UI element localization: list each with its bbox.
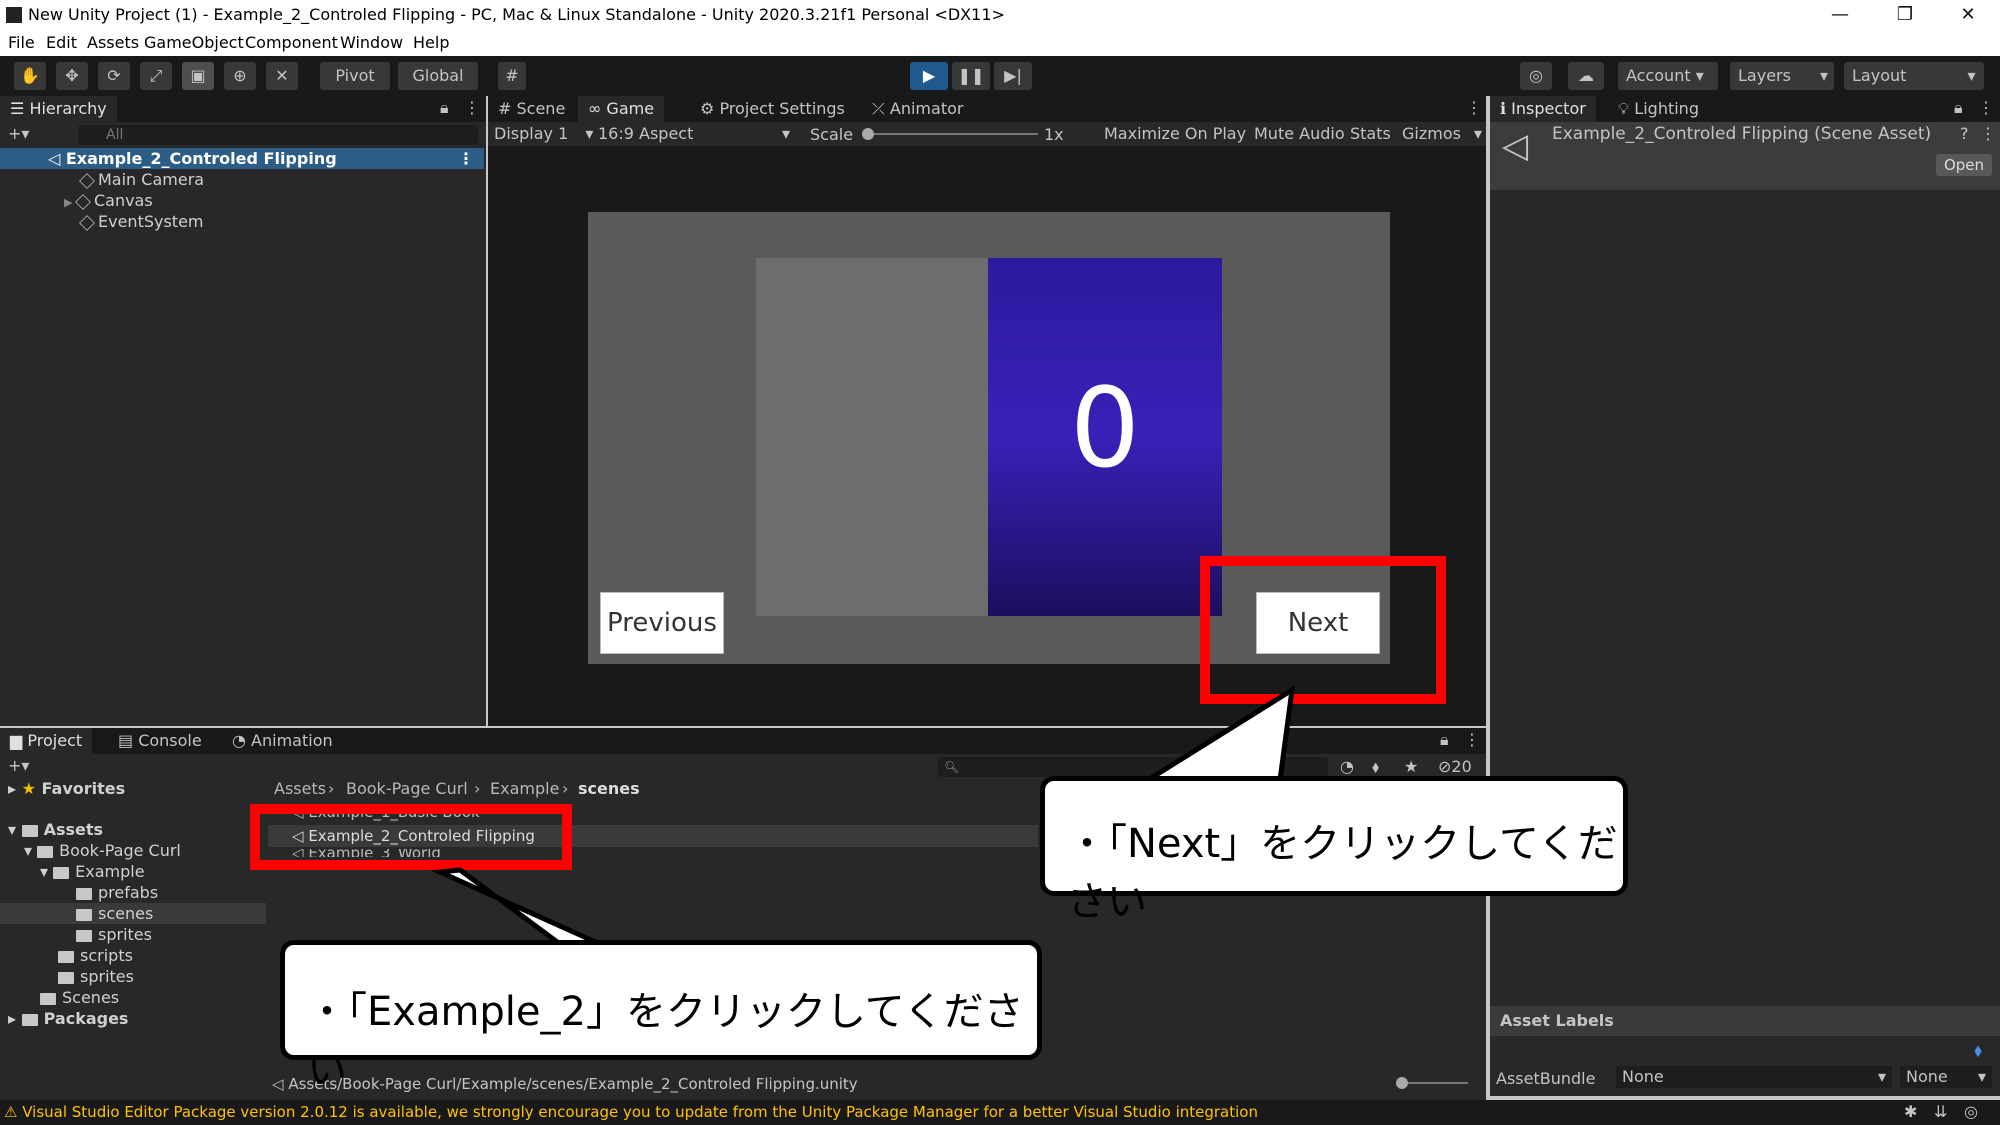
callout-example: ・「Example_2」をクリックしてください (280, 940, 1042, 1093)
callout-next: ・「Next」をクリックしてください (1040, 776, 1628, 925)
callout-example-pointer (430, 867, 602, 947)
callout-next-pointer (1139, 685, 1296, 783)
